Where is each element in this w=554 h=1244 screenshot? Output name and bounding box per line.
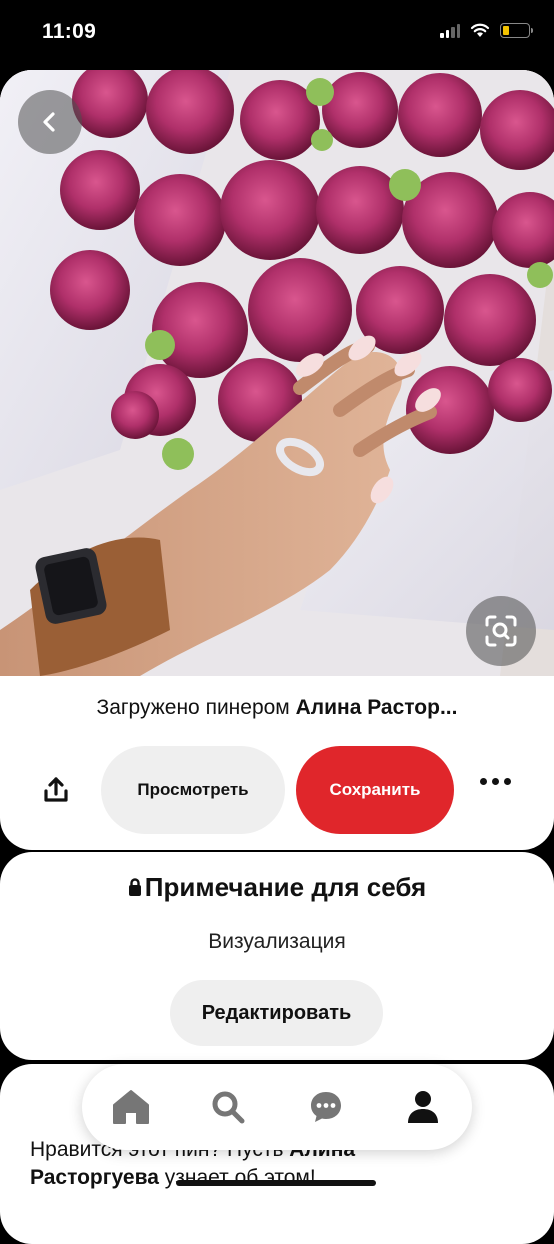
uploader-name[interactable]: Алина Растор... [296, 696, 458, 719]
lens-search-icon [485, 615, 517, 647]
tab-search[interactable] [198, 1077, 258, 1137]
status-time: 11:09 [42, 20, 97, 43]
uploader-line: Загружено пинером Алина Растор... [0, 696, 554, 720]
tab-messages[interactable] [296, 1077, 356, 1137]
lock-icon [128, 878, 141, 896]
status-icons [440, 22, 533, 38]
edit-note-button[interactable]: Редактировать [170, 980, 383, 1046]
profile-icon [408, 1091, 439, 1123]
pin-actions: Просмотреть Сохранить [0, 746, 554, 836]
note-title-row: Примечание для себя [0, 872, 554, 903]
note-card: Примечание для себя Визуализация Редакти… [0, 852, 554, 1060]
status-bar: 11:09 [0, 0, 554, 70]
chevron-left-icon [43, 112, 55, 132]
view-button[interactable]: Просмотреть [101, 746, 285, 834]
pin-card: Загружено пинером Алина Растор... Просмо… [0, 70, 554, 850]
chat-icon [310, 1092, 341, 1122]
back-button[interactable] [18, 90, 82, 154]
note-title: Примечание для себя [144, 872, 427, 902]
search-icon [212, 1091, 245, 1124]
bottom-tab-bar [82, 1064, 472, 1150]
signal-icon [440, 22, 460, 38]
share-button[interactable] [36, 770, 76, 810]
visual-search-button[interactable] [466, 596, 536, 666]
battery-icon [500, 22, 533, 38]
home-icon [112, 1090, 149, 1124]
note-text: Визуализация [208, 930, 346, 953]
wifi-icon [470, 23, 490, 37]
tab-home[interactable] [101, 1077, 161, 1137]
more-options-icon[interactable] [480, 778, 511, 785]
tab-profile[interactable] [393, 1077, 453, 1137]
home-indicator [176, 1180, 376, 1186]
pin-image[interactable] [0, 70, 554, 676]
pin-image-art [0, 70, 554, 676]
share-icon [44, 777, 68, 802]
save-button[interactable]: Сохранить [296, 746, 454, 834]
uploader-prefix: Загружено пинером [96, 696, 296, 719]
